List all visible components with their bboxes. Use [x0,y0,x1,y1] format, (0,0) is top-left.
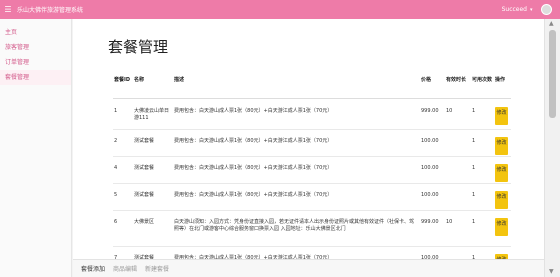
sidebar-item-orders[interactable]: 订单管理 [0,55,71,70]
chevron-down-icon[interactable]: ▾ [530,7,536,13]
cell-desc: 费用包含：白天游山成人票1张（80元）+白天游江成人票1张（70元） [174,138,333,144]
tab-new-package[interactable]: 新建套餐 [145,264,169,273]
cell-id: 4 [114,165,118,171]
cell-name: 测试套餐 [134,138,155,144]
table-row: 1 大佛凌云山单日游111 费用包含：白天游山成人票1张（80元）+白天游江成人… [113,100,511,130]
table-row: 6 大佛景区 白天游山须知：入园方式：凭身份证直接入园，若无证件请本人出示身份证… [113,211,511,247]
cell-price: 100.00 [421,165,439,171]
cell-price: 100.00 [421,255,439,259]
column-header-desc: 描述 [174,77,185,83]
cell-valid [445,130,471,156]
scroll-up-icon[interactable]: ▲ [549,20,554,27]
cell-price: 100.00 [421,192,439,198]
column-header-id: 套餐ID [114,77,131,83]
edit-button[interactable]: 修改 [495,191,508,209]
cell-name: 大佛凌云山单日游111 [134,108,170,121]
app-title: 乐山大佛伴旅游管理系统 [17,7,84,14]
column-header-times: 可用次数 [472,77,493,83]
cell-desc: 费用包含：白天游山成人票1张（80元）+白天游江成人票1张（70元） [174,165,333,171]
edit-button[interactable]: 修改 [495,218,508,236]
cell-name: 测试套餐 [134,192,155,198]
cell-action: 修改 [494,157,511,183]
cell-desc: 费用包含：白天游山成人票1张（80元）+白天游江成人票1张（70元） [174,108,333,114]
bottom-tabs: 套餐添加 商品编辑 新建套餐 [73,259,544,277]
cell-times: 1 [472,165,476,171]
column-header-valid: 有效时长 [446,77,467,83]
sidebar-item-home[interactable]: 主页 [0,25,71,40]
table-row: 2 测试套餐 费用包含：白天游山成人票1张（80元）+白天游江成人票1张（70元… [113,130,511,157]
cell-times: 1 [472,192,476,198]
main-content: 套餐管理 套餐ID 名称 描述 价格 有效时长 可用次数 操作 1 大佛凌云山单… [73,19,544,259]
table-row: 4 测试套餐 费用包含：白天游山成人票1张（80元）+白天游江成人票1张（70元… [113,157,511,184]
table-row: 7 测试套餐 费用包含：白天游山成人票1张（80元）+白天游江成人票1张（70元… [113,247,511,259]
cell-action: 修改 [494,130,511,156]
table-row: 5 测试套餐 费用包含：白天游山成人票1张（80元）+白天游江成人票1张（70元… [113,184,511,211]
cell-action: 修改 [494,211,511,246]
tab-package-add[interactable]: 套餐添加 [81,264,105,273]
cell-price: 100.00 [421,138,439,144]
cell-desc: 费用包含：白天游山成人票1张（80元）+白天游江成人票1张（70元） [174,192,333,198]
cell-desc: 白天游山须知：入园方式：凭身份证直接入园，若无证件请本人出示身份证照片或其他有效… [174,219,415,232]
cell-times: 1 [472,138,476,144]
hamburger-icon[interactable]: ☰ [1,5,15,14]
tab-product-edit[interactable]: 商品编辑 [113,264,137,273]
cell-name: 测试套餐 [134,255,155,259]
cell-valid [445,157,471,183]
scroll-down-icon[interactable]: ▼ [549,268,554,275]
cell-valid [445,247,471,259]
vertical-scrollbar[interactable]: ▲ ▼ [544,19,560,277]
column-header-name: 名称 [134,77,145,83]
top-bar: ☰ 乐山大佛伴旅游管理系统 Succeed ▾ [0,0,560,19]
cell-id: 6 [114,219,118,225]
cell-id: 7 [114,255,118,259]
page-title: 套餐管理 [108,38,169,56]
edit-button[interactable]: 修改 [495,107,508,125]
cell-valid: 10 [446,108,453,114]
sidebar-item-tourists[interactable]: 旅客管理 [0,40,71,55]
cell-desc: 费用包含：白天游山成人票1张（80元）+白天游江成人票1张（70元） [174,255,333,259]
cell-action: 修改 [494,184,511,210]
column-header-action: 操作 [495,77,506,83]
cell-price: 999.00 [421,108,439,114]
sidebar: 主页 旅客管理 订单管理 套餐管理 [0,19,72,277]
cell-name: 测试套餐 [134,165,155,171]
cell-times: 1 [472,219,476,225]
edit-button[interactable]: 修改 [495,137,508,155]
avatar[interactable] [541,4,552,15]
edit-button[interactable]: 修改 [495,164,508,182]
sidebar-item-packages[interactable]: 套餐管理 [0,70,71,85]
scroll-thumb[interactable] [549,30,556,118]
cell-valid [445,184,471,210]
cell-valid: 10 [446,219,453,225]
user-name[interactable]: Succeed [502,6,527,13]
cell-action: 修改 [494,100,511,129]
cell-price: 999.00 [421,219,439,225]
table-header: 套餐ID 名称 描述 价格 有效时长 可用次数 操作 [113,63,511,99]
cell-id: 2 [114,138,118,144]
cell-id: 5 [114,192,118,198]
cell-action: 修改 [494,247,511,259]
cell-times: 1 [472,255,476,259]
cell-id: 1 [114,108,118,114]
cell-times: 1 [472,108,476,114]
column-header-price: 价格 [421,77,432,83]
cell-name: 大佛景区 [134,219,155,225]
